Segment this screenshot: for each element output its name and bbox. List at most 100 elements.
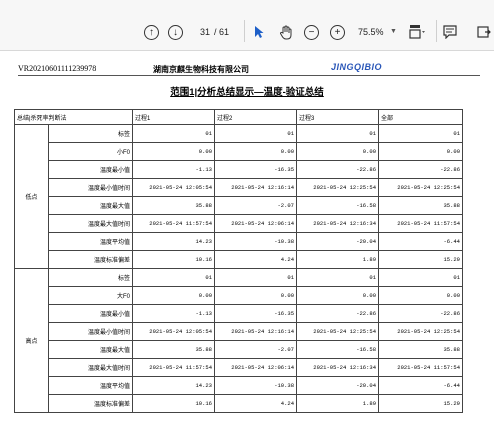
page-total: / 61	[214, 27, 230, 37]
row-label: 标签	[48, 124, 133, 143]
zoom-dropdown-caret-icon[interactable]: ▼	[390, 24, 397, 40]
table-row: 温度最大值时间 2021-05-24 11:57:54 2021-05-24 12:…	[15, 358, 463, 377]
table-cell: 2021-05-24 11:57:54	[132, 214, 215, 233]
table-cell: -20.04	[296, 376, 379, 395]
table-cell: 2021-05-24 12:06:14	[214, 358, 297, 377]
table-cell: 2021-05-24 11:57:54	[378, 214, 463, 233]
table-cell: -22.86	[296, 160, 379, 179]
table-cell: 0.00	[132, 286, 215, 305]
table-row: 温度平均值 14.23 -10.38 -20.04 -6.44	[15, 376, 463, 395]
table-cell: 01	[378, 268, 463, 287]
row-label: 温度标准偏差	[48, 394, 133, 413]
table-cell: -22.86	[378, 304, 463, 323]
zoom-in-button[interactable]: +	[330, 25, 345, 40]
arrow-up-icon: ↑	[149, 26, 154, 38]
table-cell: -20.04	[296, 232, 379, 251]
zoom-out-button[interactable]: −	[304, 25, 319, 40]
table-cell: 0.00	[296, 286, 379, 305]
previous-page-button[interactable]: ↑	[144, 25, 159, 40]
table-cell: 15.29	[378, 250, 463, 269]
table-cell: 35.88	[132, 196, 215, 215]
page-number-input[interactable]: 31	[192, 24, 210, 40]
table-cell: 2021-05-24 12:05:54	[132, 178, 215, 197]
table-cell: -6.44	[378, 376, 463, 395]
table-cell: 0.00	[296, 142, 379, 161]
column-header: 过程1	[132, 109, 215, 125]
company-name: 湖南京麒生物科技有限公司	[153, 65, 249, 74]
table-cell: 1.89	[296, 394, 379, 413]
table-cell: -16.35	[214, 160, 297, 179]
table-cell: 0.00	[378, 286, 463, 305]
group-label: 高点	[14, 268, 49, 413]
page-title: 范围1|分析总结显示—温度-验证总结	[170, 87, 324, 98]
table-row: 温度标准偏差 10.16 4.24 1.89 15.29	[15, 250, 463, 269]
table-cell: 2021-05-24 12:05:54	[132, 322, 215, 341]
table-cell: 2021-05-24 12:16:34	[296, 214, 379, 233]
column-header: 过程2	[214, 109, 297, 125]
row-label: 温度最小值	[48, 160, 133, 179]
table-header-row: 总结|杀死率判断法 过程1 过程2 过程3 全部	[14, 109, 463, 125]
table-row: 温度最小值时间 2021-05-24 12:05:54 2021-05-24 12:…	[15, 178, 463, 197]
row-label: 温度最大值	[48, 340, 133, 359]
table-cell: 2021-05-24 12:16:34	[296, 358, 379, 377]
table-cell: -10.38	[214, 376, 297, 395]
table-row: 温度最小值时间 2021-05-24 12:05:54 2021-05-24 12:…	[15, 322, 463, 341]
document-header: VR20210601111239978 湖南京麒生物科技有限公司 JINGQIB…	[18, 62, 494, 76]
table-row: 温度标准偏差 10.16 4.24 1.89 15.29	[15, 394, 463, 413]
fit-page-icon	[409, 25, 425, 39]
toolbar-divider	[436, 20, 437, 42]
table-cell: 4.24	[214, 250, 297, 269]
column-header: 过程3	[296, 109, 379, 125]
row-label: 温度最小值时间	[48, 322, 133, 341]
table-cell: 01	[132, 124, 215, 143]
next-page-button[interactable]: ↓	[168, 25, 183, 40]
table-row: 温度最大值 35.88 -2.07 -16.58 35.88	[15, 196, 463, 215]
table-cell: 2021-05-24 11:57:54	[378, 358, 463, 377]
table-cell: 4.24	[214, 394, 297, 413]
table-cell: 01	[296, 268, 379, 287]
row-label: 温度最大值	[48, 196, 133, 215]
arrow-down-icon: ↓	[173, 26, 178, 38]
group-label: 低点	[14, 124, 49, 269]
table-cell: 2021-05-24 12:25:54	[378, 178, 463, 197]
table-cell: 1.89	[296, 250, 379, 269]
brand-logo: JINGQIBIO	[331, 62, 383, 72]
row-label: 标签	[48, 268, 133, 287]
toolbar-divider	[244, 20, 245, 42]
table-cell: 01	[214, 124, 297, 143]
table-cell: 35.88	[378, 340, 463, 359]
table-cell: 10.16	[132, 250, 215, 269]
zoom-level-select[interactable]: 75.5%	[358, 24, 384, 40]
table-cell: -22.86	[378, 160, 463, 179]
document-id: VR20210601111239978	[18, 64, 97, 73]
table-row: 温度最小值 -1.13 -16.35 -22.86 -22.86	[15, 160, 463, 179]
table-cell: 15.29	[378, 394, 463, 413]
table-row: 大F0 0.00 0.00 0.00 0.00	[15, 286, 463, 305]
table-cell: 2021-05-24 12:16:14	[214, 178, 297, 197]
table-row: 温度平均值 14.23 -10.38 -20.04 -6.44	[15, 232, 463, 251]
table-cell: -6.44	[378, 232, 463, 251]
table-cell: 01	[214, 268, 297, 287]
table-row: 高点 标签 01 01 01 01	[14, 268, 463, 413]
hand-tool-button[interactable]	[278, 24, 294, 40]
select-tool-button[interactable]	[252, 24, 266, 40]
row-label: 大F0	[48, 286, 133, 305]
table-cell: 2021-05-24 12:25:54	[296, 322, 379, 341]
page-fit-button[interactable]	[408, 23, 428, 41]
table-row: 低点 标签 01 01 01 01	[14, 124, 463, 269]
export-icon	[477, 26, 491, 38]
table-cell: -1.13	[132, 160, 215, 179]
table-cell: 01	[132, 268, 215, 287]
table-row: 温度最大值时间 2021-05-24 11:57:54 2021-05-24 12:…	[15, 214, 463, 233]
summary-table: 总结|杀死率判断法 过程1 过程2 过程3 全部 低点 标签 01 01 01 01 小F0…	[14, 109, 463, 413]
table-cell: -2.07	[214, 340, 297, 359]
comment-button[interactable]	[442, 24, 458, 40]
row-label: 温度最小值时间	[48, 178, 133, 197]
row-label: 温度平均值	[48, 376, 133, 395]
share-button[interactable]	[476, 24, 492, 40]
table-cell: -1.13	[132, 304, 215, 323]
table-cell: -16.35	[214, 304, 297, 323]
header-divider	[18, 75, 480, 76]
table-cell: -10.38	[214, 232, 297, 251]
table-cell: 2021-05-24 12:06:14	[214, 214, 297, 233]
